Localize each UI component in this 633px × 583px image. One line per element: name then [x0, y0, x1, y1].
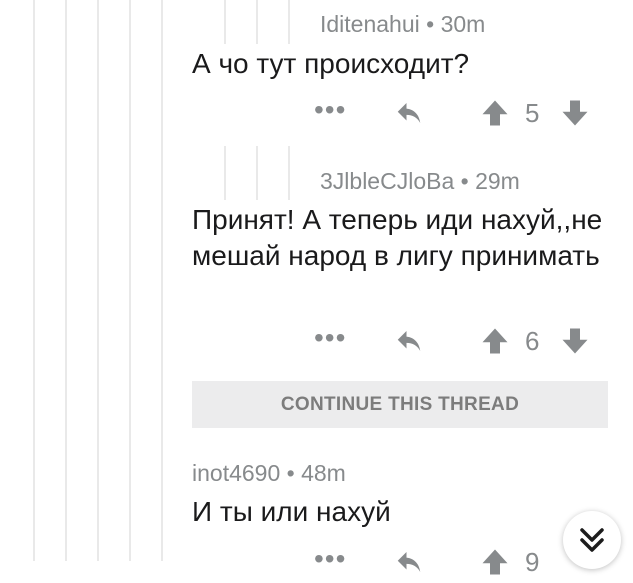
comment-actions: ••• 5 — [300, 94, 600, 134]
meta-separator: • — [426, 11, 435, 37]
thread-line — [256, 146, 258, 200]
reply-arrow-icon[interactable] — [394, 326, 424, 356]
comment-author[interactable]: inot4690 — [192, 460, 280, 486]
more-options-icon[interactable]: ••• — [314, 324, 346, 352]
comment-author[interactable]: Iditenahui — [320, 11, 420, 37]
thread-line — [256, 0, 258, 44]
comment-actions: ••• 6 — [300, 322, 600, 362]
thread-line — [65, 0, 67, 561]
comment-body: И ты или нахуй — [192, 496, 391, 527]
thread-line — [288, 146, 290, 200]
vote-score: 6 — [525, 326, 540, 356]
thread-line — [224, 0, 226, 44]
thread-line — [288, 0, 290, 44]
upvote-arrow-icon[interactable] — [480, 547, 510, 577]
comment-age: 48m — [301, 460, 346, 486]
vote-score: 9 — [525, 547, 540, 577]
comment-age: 30m — [440, 11, 486, 37]
downvote-arrow-icon[interactable] — [560, 326, 590, 356]
comment-actions: ••• 9 — [300, 543, 600, 583]
meta-separator: • — [460, 168, 469, 194]
upvote-arrow-icon[interactable] — [480, 326, 510, 356]
vote-score: 5 — [525, 98, 540, 128]
downvote-arrow-icon[interactable] — [560, 98, 590, 128]
comment-body: А чо тут происходит? — [192, 48, 470, 79]
continue-thread-button[interactable]: CONTINUE THIS THREAD — [192, 381, 608, 428]
comment-author[interactable]: 3JlbleCJloBa — [320, 168, 454, 194]
thread-line — [224, 146, 226, 200]
meta-separator: • — [286, 460, 295, 486]
reply-arrow-icon[interactable] — [394, 547, 424, 577]
comment-meta: inot4690 • 48m — [192, 460, 346, 487]
thread-line — [161, 0, 163, 561]
scroll-down-button[interactable] — [563, 511, 621, 569]
more-options-icon[interactable]: ••• — [314, 96, 346, 124]
reply-arrow-icon[interactable] — [394, 98, 424, 128]
comment-meta: 3JlbleCJloBa • 29m — [320, 168, 520, 195]
comment-age: 29m — [475, 168, 520, 194]
upvote-arrow-icon[interactable] — [480, 98, 510, 128]
double-chevron-down-icon — [580, 528, 604, 552]
thread-line — [129, 0, 131, 561]
comment-body: Принят! А теперь иди нахуй,,не мешай нар… — [192, 204, 603, 271]
more-options-icon[interactable]: ••• — [314, 545, 346, 573]
thread-line — [97, 0, 99, 561]
thread-line — [33, 0, 35, 561]
comment-meta: Iditenahui • 30m — [320, 11, 485, 38]
